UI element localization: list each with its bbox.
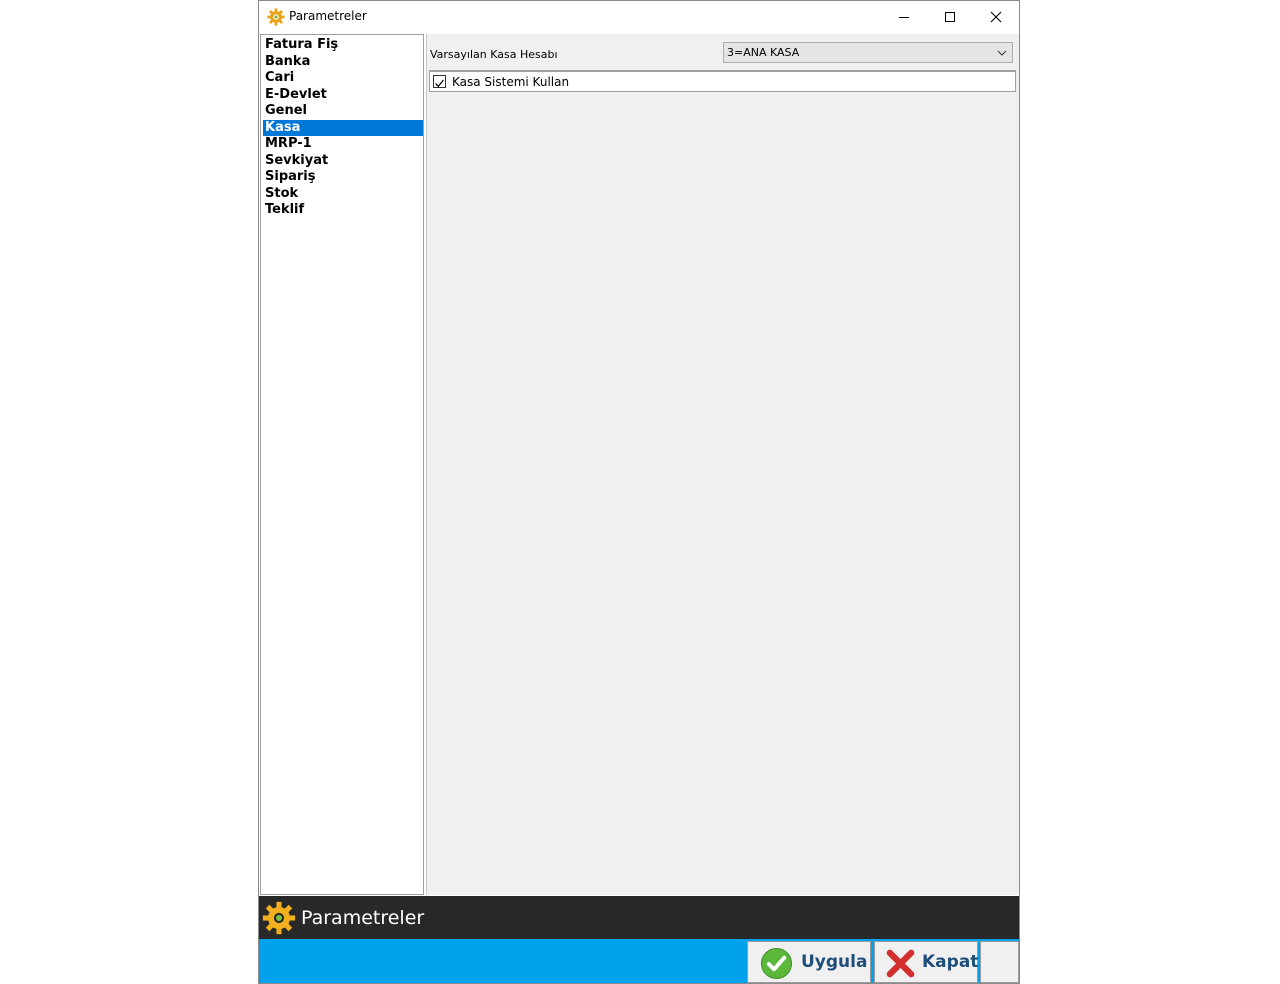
- gear-icon: [267, 8, 285, 26]
- apply-button-label: Uygula: [801, 952, 868, 972]
- category-list: Fatura Fiş Banka Cari E-Devlet Genel Kas…: [260, 34, 424, 895]
- close-button-label: Kapat: [922, 952, 979, 972]
- category-item-e-devlet[interactable]: E-Devlet: [263, 87, 423, 103]
- footer-title-bar: Parametreler: [259, 896, 1019, 939]
- minimize-icon: [899, 16, 909, 18]
- settings-panel: Varsayılan Kasa Hesabı 3=ANA KASA Kasa S…: [426, 34, 1019, 895]
- use-cash-system-row[interactable]: Kasa Sistemi Kullan: [429, 71, 1016, 92]
- category-item-teklif[interactable]: Teklif: [263, 202, 423, 218]
- minimize-button[interactable]: [881, 1, 927, 32]
- close-window-button[interactable]: [973, 1, 1019, 32]
- default-cash-account-label: Varsayılan Kasa Hesabı: [430, 48, 558, 61]
- category-item-fatura-fis[interactable]: Fatura Fiş: [263, 37, 423, 53]
- red-x-icon: [886, 949, 915, 978]
- footer-title: Parametreler: [301, 907, 425, 929]
- chevron-down-icon: [997, 50, 1007, 56]
- window-title: Parametreler: [289, 9, 367, 23]
- apply-button[interactable]: Uygula: [747, 941, 871, 983]
- category-item-kasa[interactable]: Kasa: [263, 119, 423, 136]
- check-circle-icon: [760, 947, 793, 980]
- maximize-button[interactable]: [927, 1, 973, 32]
- category-item-sevkiyat[interactable]: Sevkiyat: [263, 153, 423, 169]
- category-item-stok[interactable]: Stok: [263, 186, 423, 202]
- category-item-cari[interactable]: Cari: [263, 70, 423, 86]
- category-item-banka[interactable]: Banka: [263, 54, 423, 70]
- checkmark-icon: [435, 79, 444, 88]
- action-bar: Uygula Kapat: [259, 939, 1019, 983]
- category-item-genel[interactable]: Genel: [263, 103, 423, 119]
- default-cash-account-value: 3=ANA KASA: [727, 46, 800, 59]
- close-button[interactable]: Kapat: [874, 941, 978, 983]
- close-icon: [990, 11, 1002, 22]
- gear-icon: [262, 901, 296, 935]
- parameters-window: Parametreler Fatura Fiş Banka Cari E-Dev…: [258, 0, 1020, 984]
- category-item-mrp-1[interactable]: MRP-1: [263, 136, 423, 152]
- use-cash-system-checkbox[interactable]: [433, 75, 446, 88]
- title-bar: Parametreler: [259, 1, 1019, 33]
- use-cash-system-label: Kasa Sistemi Kullan: [452, 75, 570, 89]
- default-cash-account-select[interactable]: 3=ANA KASA: [723, 42, 1013, 63]
- category-item-siparis[interactable]: Sipariş: [263, 169, 423, 185]
- maximize-icon: [945, 11, 955, 22]
- extra-button[interactable]: [980, 941, 1019, 983]
